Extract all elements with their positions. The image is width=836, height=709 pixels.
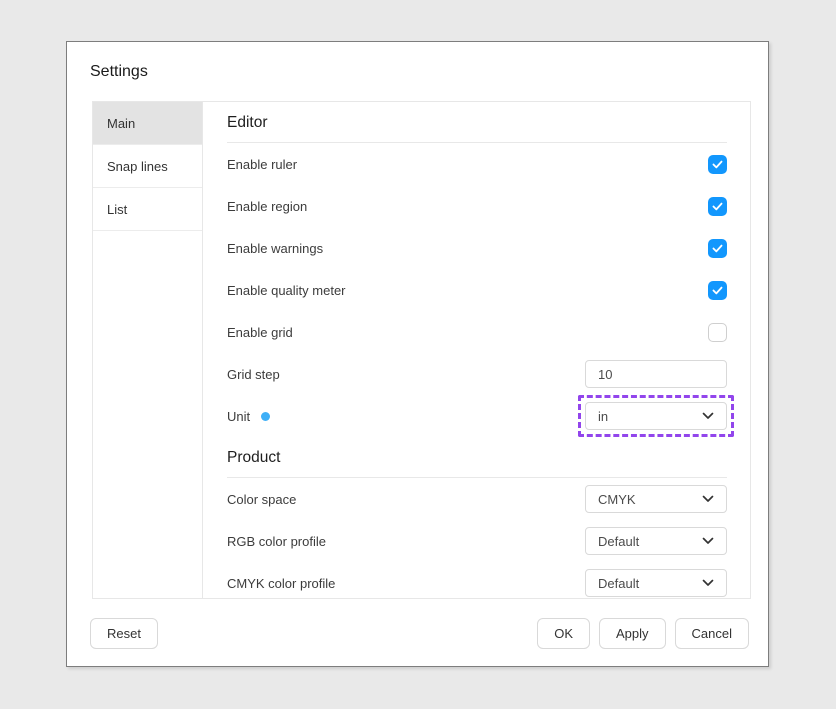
toggle-label: Enable quality meter (227, 283, 346, 298)
chevron-down-icon (702, 495, 714, 503)
checkbox-enable-ruler[interactable] (708, 155, 727, 174)
footer-action-buttons: OK Apply Cancel (537, 618, 749, 649)
rgb-profile-row: RGB color profile Default (227, 520, 727, 562)
grid-step-row: Grid step (227, 353, 727, 395)
unit-select[interactable]: in (585, 402, 727, 430)
apply-button[interactable]: Apply (599, 618, 666, 649)
ok-button[interactable]: OK (537, 618, 590, 649)
checkbox-enable-warnings[interactable] (708, 239, 727, 258)
product-section-title: Product (227, 449, 727, 477)
unit-row: Unit in (227, 395, 727, 437)
settings-content: Editor Enable ruler Enable region Enable… (203, 102, 750, 598)
toggle-row: Enable ruler (227, 143, 727, 185)
cancel-button[interactable]: Cancel (675, 618, 749, 649)
check-icon (712, 160, 723, 169)
chevron-down-icon (702, 412, 714, 420)
unit-select-value: in (598, 409, 608, 424)
unit-highlight-box: in (578, 395, 734, 437)
unit-label: Unit (227, 409, 250, 424)
check-icon (712, 244, 723, 253)
toggle-label: Enable ruler (227, 157, 297, 172)
sidebar-item-label: Main (107, 116, 135, 131)
checkbox-enable-quality-meter[interactable] (708, 281, 727, 300)
checkbox-enable-grid[interactable] (708, 323, 727, 342)
dialog-title: Settings (90, 63, 148, 81)
chevron-down-icon (702, 537, 714, 545)
toggle-label: Enable grid (227, 325, 293, 340)
check-icon (712, 286, 723, 295)
sidebar: Main Snap lines List (93, 102, 203, 598)
cmyk-profile-select[interactable]: Default (585, 569, 727, 597)
desktop-background: Settings Main Snap lines List Editor E (0, 0, 836, 709)
toggle-row: Enable grid (227, 311, 727, 353)
cmyk-profile-row: CMYK color profile Default (227, 562, 727, 598)
reset-button[interactable]: Reset (90, 618, 158, 649)
dialog-footer: Reset OK Apply Cancel (90, 618, 749, 649)
color-space-label: Color space (227, 492, 296, 507)
chevron-down-icon (702, 579, 714, 587)
unit-label-group: Unit (227, 409, 270, 424)
grid-step-label: Grid step (227, 367, 280, 382)
sidebar-item-list[interactable]: List (93, 188, 202, 231)
editor-section-header: Editor (227, 102, 727, 143)
rgb-profile-label: RGB color profile (227, 534, 326, 549)
rgb-profile-select[interactable]: Default (585, 527, 727, 555)
check-icon (712, 202, 723, 211)
checkbox-enable-region[interactable] (708, 197, 727, 216)
sidebar-item-label: List (107, 202, 127, 217)
toggle-row: Enable quality meter (227, 269, 727, 311)
editor-section-title: Editor (227, 114, 727, 142)
settings-dialog: Settings Main Snap lines List Editor E (66, 41, 769, 667)
rgb-profile-select-value: Default (598, 534, 639, 549)
sidebar-item-snap-lines[interactable]: Snap lines (93, 145, 202, 188)
color-space-select-value: CMYK (598, 492, 636, 507)
settings-panel: Main Snap lines List Editor Enable ruler (92, 101, 751, 599)
product-section-header: Product (227, 437, 727, 478)
color-space-select[interactable]: CMYK (585, 485, 727, 513)
grid-step-input[interactable] (585, 360, 727, 388)
toggle-row: Enable warnings (227, 227, 727, 269)
sidebar-item-label: Snap lines (107, 159, 168, 174)
toggle-label: Enable warnings (227, 241, 323, 256)
sidebar-item-main[interactable]: Main (93, 102, 202, 145)
cmyk-profile-label: CMYK color profile (227, 576, 335, 591)
toggle-row: Enable region (227, 185, 727, 227)
toggle-label: Enable region (227, 199, 307, 214)
cmyk-profile-select-value: Default (598, 576, 639, 591)
color-space-row: Color space CMYK (227, 478, 727, 520)
unit-indicator-dot (261, 412, 270, 421)
